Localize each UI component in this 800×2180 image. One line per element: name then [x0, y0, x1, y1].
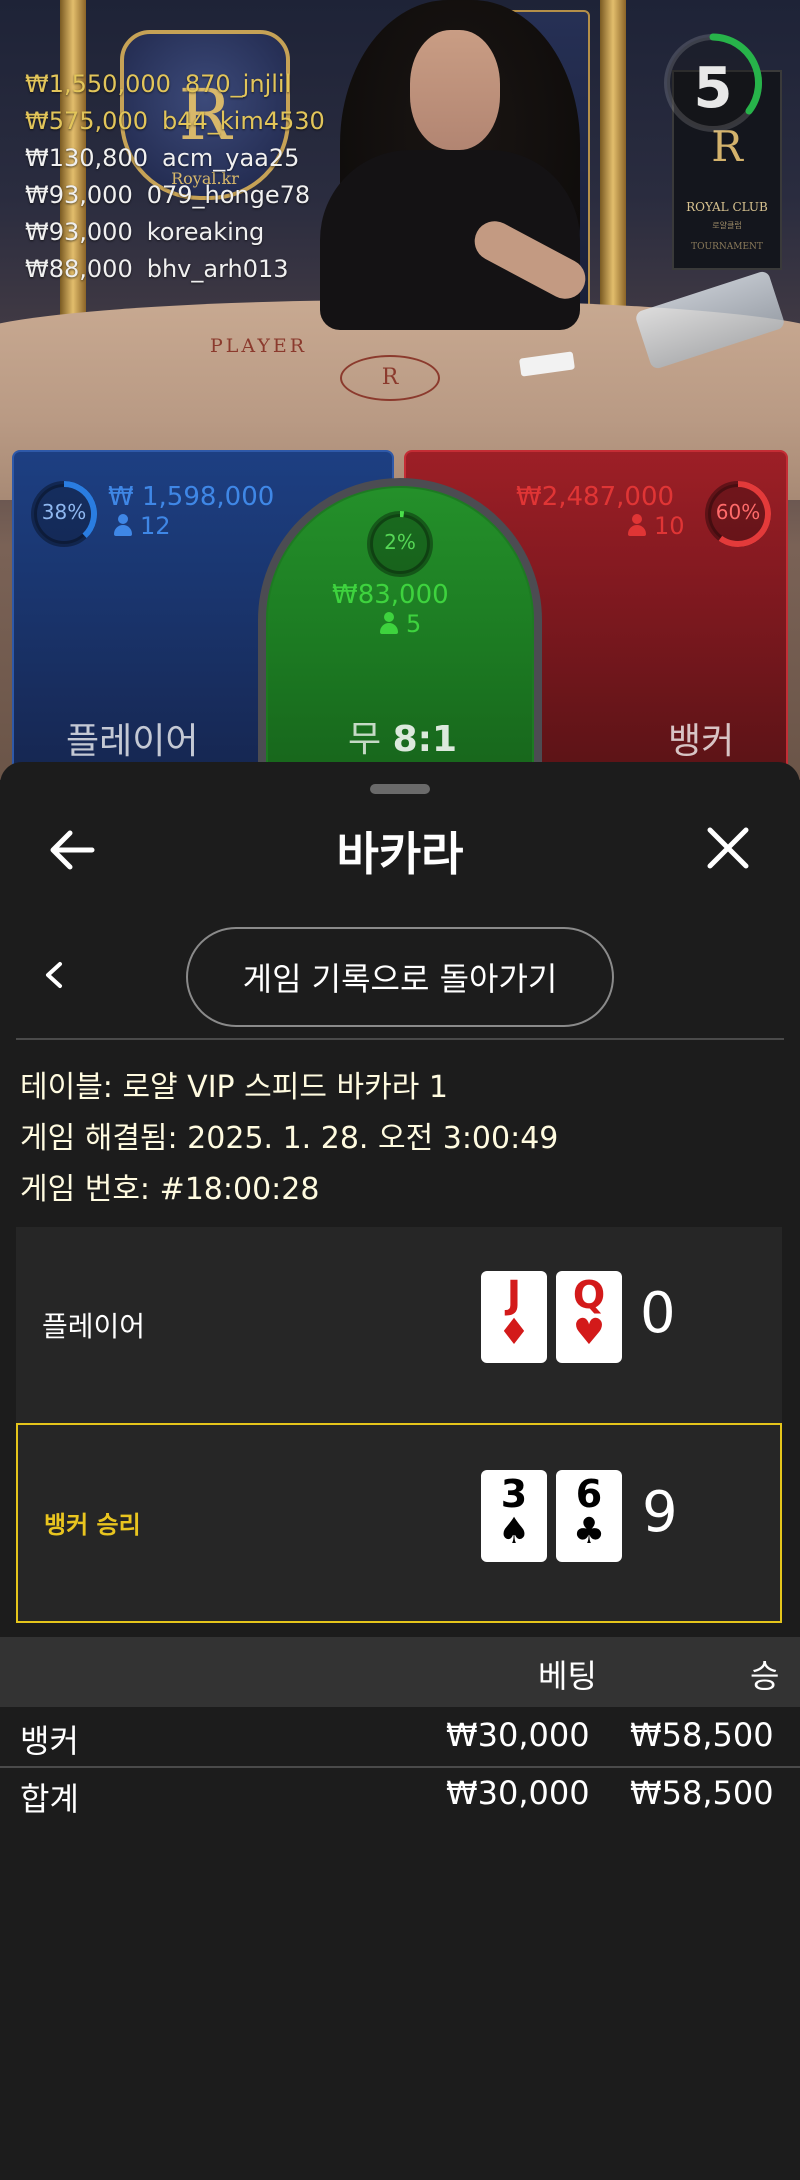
- player-result-row: 플레이어 J ♦ Q ♥ 0: [16, 1227, 782, 1425]
- winner-username: 079_honge78: [146, 181, 311, 209]
- playing-card: 6 ♣: [556, 1470, 622, 1562]
- hand-score: 0: [640, 1281, 676, 1346]
- winner-username: bhv_arh013: [146, 255, 289, 283]
- winner-row: ₩1,550,000 870_jnjlil: [25, 70, 325, 107]
- table-player-label: PLAYER: [210, 335, 308, 357]
- playing-card: J ♦: [481, 1271, 547, 1363]
- banker-result-row: 뱅커 승리 3 ♠ 6 ♣ 9: [16, 1423, 782, 1623]
- banker-percent-ring: 60%: [702, 478, 774, 550]
- bet-column-header: 베팅: [538, 1657, 597, 1695]
- winner-username: koreaking: [146, 218, 265, 246]
- dealer-body: [320, 150, 580, 330]
- result-label: 플레이어: [42, 1310, 146, 1343]
- chevron-left-icon[interactable]: [36, 950, 72, 1000]
- dealer-face: [410, 30, 500, 150]
- winner-row: ₩130,800 acm_yaa25: [25, 144, 325, 181]
- sheet-drag-handle[interactable]: [370, 784, 430, 794]
- bet-table-header: 베팅 승: [0, 1637, 800, 1707]
- resolved-time: 게임 해결됨: 2025. 1. 28. 오전 3:00:49: [20, 1121, 559, 1156]
- winner-username: b44_kim4530: [161, 107, 325, 135]
- playing-card: 3 ♠: [481, 1470, 547, 1562]
- player-label: 플레이어: [66, 721, 199, 762]
- tie-bet-amount: ₩83,000: [332, 580, 449, 610]
- winner-amount: ₩1,550,000: [25, 70, 171, 98]
- divider: [16, 1038, 784, 1040]
- winner-row: ₩93,000 koreaking: [25, 218, 325, 255]
- game-detail-sheet: 바카라 게임 기록으로 돌아가기 테이블: 로얄 VIP 스피드 바카라 1 게…: [0, 762, 800, 2180]
- winner-amount: ₩130,800: [25, 144, 148, 172]
- banker-bet-amount: ₩2,487,000: [516, 482, 675, 512]
- tie-bet-spot[interactable]: 2% ₩83,000 5 무 8:1: [268, 488, 532, 808]
- table-emblem: R: [340, 355, 440, 401]
- back-to-history-button[interactable]: 게임 기록으로 돌아가기: [186, 927, 614, 1027]
- bet-timer: 5: [660, 30, 766, 136]
- timer-count: 5: [693, 56, 733, 121]
- winner-row: ₩88,000 bhv_arh013: [25, 255, 325, 292]
- close-icon[interactable]: [700, 820, 756, 876]
- page-title: 바카라: [336, 827, 464, 881]
- playing-card: Q ♥: [556, 1271, 622, 1363]
- tie-label: 무 8:1: [348, 719, 458, 760]
- game-number: 게임 번호: #18:00:28: [20, 1172, 320, 1207]
- winner-row: ₩93,000 079_honge78: [25, 181, 325, 218]
- win-column-header: 승: [750, 1657, 780, 1695]
- table-row: 뱅커 ₩30,000 ₩58,500: [20, 1716, 774, 1760]
- result-label: 뱅커 승리: [44, 1511, 141, 1539]
- tie-percent-ring: 2%: [364, 508, 436, 580]
- winners-list: ₩1,550,000 870_jnjlil ₩575,000 b44_kim4530 ₩…: [25, 70, 325, 292]
- banker-bet-count: 10: [628, 512, 685, 540]
- gold-pillar: [600, 0, 626, 330]
- player-bet-amount: ₩ 1,598,000: [108, 482, 275, 512]
- table-row: 합계 ₩30,000 ₩58,500: [20, 1774, 774, 1818]
- table-info: 테이블: 로얄 VIP 스피드 바카라 1: [20, 1070, 448, 1105]
- player-bet-count: 12: [114, 512, 171, 540]
- tie-bet-count: 5: [380, 610, 421, 638]
- person-icon: [628, 514, 646, 536]
- player-percent-ring: 38%: [28, 478, 100, 550]
- hand-score: 9: [642, 1480, 678, 1545]
- winner-username: acm_yaa25: [161, 144, 300, 172]
- person-icon: [114, 514, 132, 536]
- winner-amount: ₩88,000: [25, 255, 133, 283]
- winner-row: ₩575,000 b44_kim4530: [25, 107, 325, 144]
- winner-amount: ₩93,000: [25, 218, 133, 246]
- winner-amount: ₩575,000: [25, 107, 148, 135]
- winner-username: 870_jnjlil: [184, 70, 292, 98]
- person-icon: [380, 612, 398, 634]
- banker-label: 뱅커: [668, 721, 735, 762]
- winner-amount: ₩93,000: [25, 181, 133, 209]
